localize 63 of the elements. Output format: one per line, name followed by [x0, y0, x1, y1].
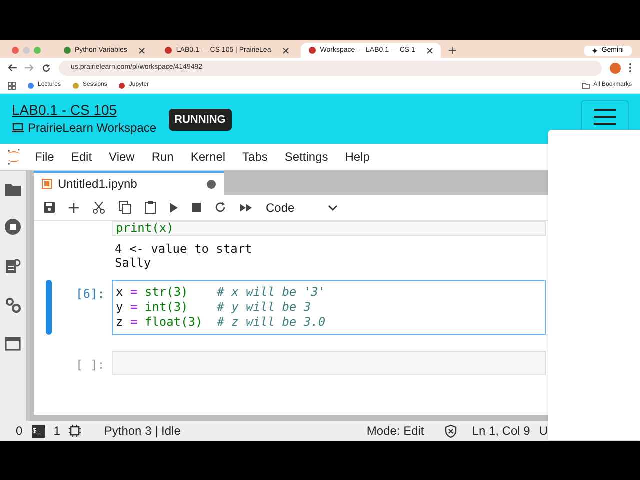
clipboard-icon[interactable] [145, 201, 156, 214]
status-count: 0 [16, 423, 23, 440]
code-line: x = str(3) # x will be '3' [116, 285, 327, 300]
scissors-icon[interactable] [93, 202, 105, 214]
tab-list-icon[interactable] [5, 337, 21, 351]
sparkle-icon [592, 48, 598, 54]
avatar-icon [610, 62, 621, 74]
restart-icon[interactable] [215, 202, 226, 213]
cell-prompt: [6]: [76, 286, 105, 303]
chevron-down-icon [328, 204, 338, 210]
code-input[interactable] [112, 351, 546, 375]
fast-forward-icon[interactable] [240, 204, 252, 212]
close-tab-icon[interactable] [283, 48, 290, 54]
favicon-icon [309, 47, 316, 54]
folder-icon [582, 82, 590, 88]
code-line: z = float(3) # z will be 3.0 [116, 315, 327, 330]
menu-item[interactable]: Help [345, 148, 370, 166]
play-icon[interactable] [170, 202, 178, 212]
close-tab-icon[interactable] [139, 48, 146, 54]
shield-x-icon[interactable] [445, 424, 458, 438]
jupyter-logo-icon [6, 148, 22, 166]
close-tab-icon[interactable] [427, 48, 434, 54]
new-tab-icon[interactable] [449, 47, 456, 54]
menu-item[interactable]: Tabs [242, 148, 268, 166]
copy-icon[interactable] [119, 201, 131, 214]
chip-icon[interactable] [69, 425, 82, 437]
code-line: y = int(3) # y will be 3 [116, 300, 312, 315]
status-badge: RUNNING [168, 108, 232, 132]
folder-icon[interactable] [5, 183, 21, 196]
favicon-icon [64, 47, 71, 54]
output-text: 4 <- value to start [115, 242, 254, 256]
more-icon[interactable] [629, 63, 632, 73]
menu-item[interactable]: File [35, 148, 54, 166]
workspace-title[interactable]: LAB0.1 - CS 105 [12, 101, 157, 119]
menu-item[interactable]: Kernel [190, 148, 226, 166]
status-count: 1 [54, 423, 60, 440]
status-text: U [539, 423, 548, 440]
cell-type-dropdown[interactable]: Code [266, 198, 338, 216]
notebook-tab[interactable]: Untitled1.ipynb [34, 171, 224, 195]
apps-icon[interactable] [8, 82, 16, 90]
notebook-icon [42, 179, 52, 189]
back-icon[interactable] [8, 64, 17, 72]
kernel-status[interactable]: Python 3 | Idle [104, 422, 181, 440]
notebook-tab-title: Untitled1.ipynb [58, 176, 138, 193]
menu-item[interactable]: Run [152, 148, 174, 166]
cursor-position[interactable]: Ln 1, Col 9 [472, 422, 530, 440]
plus-icon[interactable] [69, 202, 79, 212]
code-input[interactable]: x = str(3) # x will be '3' y = int(3) # y will be 3 z = float(3) # z will be 3.0 [112, 280, 546, 335]
favicon-icon [165, 47, 172, 54]
code-input[interactable]: print(x) [112, 221, 546, 236]
menu-item[interactable]: View [109, 148, 135, 166]
save-icon[interactable] [44, 202, 55, 213]
menu-item[interactable]: Settings [284, 148, 328, 166]
gears-icon[interactable] [4, 297, 22, 314]
reload-icon[interactable] [42, 64, 51, 72]
laptop-icon [12, 123, 24, 133]
output-text: Sally [115, 256, 152, 270]
stop-circle-icon[interactable] [5, 219, 21, 235]
menu-item[interactable]: Edit [71, 148, 92, 166]
editor-mode: Mode: Edit [366, 423, 424, 440]
property-inspector-icon[interactable] [5, 258, 21, 274]
cell-prompt: [ ]: [76, 357, 105, 374]
workspace-subtitle: PrairieLearn Workspace [28, 120, 157, 137]
